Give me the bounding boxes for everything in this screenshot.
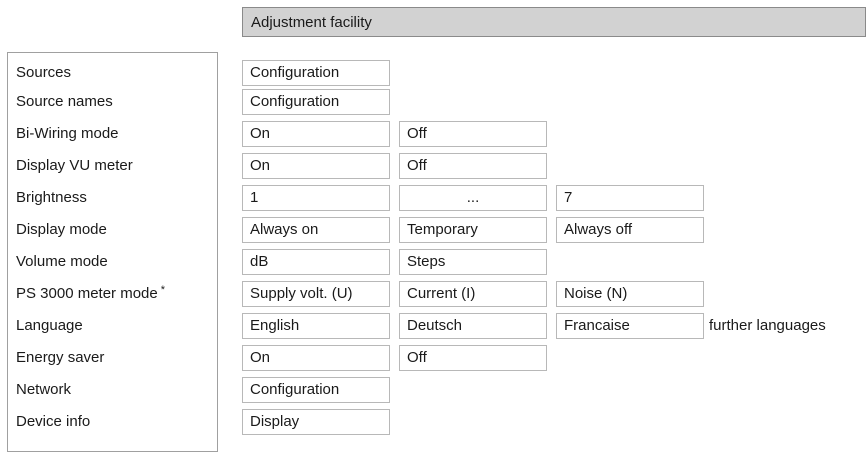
option-brightness-1[interactable]: 1 [242, 185, 390, 211]
menu-item-source-names[interactable]: Source names [16, 93, 216, 111]
option-ps-3000-meter-mode-current-i[interactable]: Current (I) [399, 281, 547, 307]
menu-item-bi-wiring-mode[interactable]: Bi-Wiring mode [16, 125, 216, 143]
menu-item-label: Device info [16, 413, 91, 430]
option-ps-3000-meter-mode-supply-volt-u[interactable]: Supply volt. (U) [242, 281, 390, 307]
menu-item-ps-3000-meter-mode[interactable]: PS 3000 meter mode * [16, 284, 216, 304]
menu-item-sources[interactable]: Sources [16, 64, 216, 82]
menu-item-volume-mode[interactable]: Volume mode [16, 253, 216, 271]
option-volume-mode-db[interactable]: dB [242, 249, 390, 275]
menu-item-label: Source names [16, 93, 113, 110]
option-bi-wiring-mode-on[interactable]: On [242, 121, 390, 147]
option-brightness-7[interactable]: 7 [556, 185, 704, 211]
option-language-english[interactable]: English [242, 313, 390, 339]
menu-item-label: Network [16, 381, 72, 398]
menu-item-display-vu-meter[interactable]: Display VU meter [16, 157, 216, 175]
option-display-vu-meter-off[interactable]: Off [399, 153, 547, 179]
option-sources-configuration[interactable]: Configuration [242, 60, 390, 86]
menu-item-brightness[interactable]: Brightness [16, 189, 216, 207]
menu-item-label: Bi-Wiring mode [16, 125, 119, 142]
menu-item-network[interactable]: Network [16, 381, 216, 399]
menu-item-display-mode[interactable]: Display mode [16, 221, 216, 239]
further-languages-text: further languages [709, 317, 826, 334]
option-source-names-configuration[interactable]: Configuration [242, 89, 390, 115]
option-volume-mode-steps[interactable]: Steps [399, 249, 547, 275]
menu-item-label: Energy saver [16, 349, 105, 366]
menu-item-device-info[interactable]: Device info [16, 413, 216, 431]
option-energy-saver-off[interactable]: Off [399, 345, 547, 371]
menu-item-language[interactable]: Language [16, 317, 216, 335]
option-bi-wiring-mode-off[interactable]: Off [399, 121, 547, 147]
footnote-mark: * [160, 284, 166, 296]
menu-item-energy-saver[interactable]: Energy saver [16, 349, 216, 367]
option-language-francaise[interactable]: Francaise [556, 313, 704, 339]
option-network-configuration[interactable]: Configuration [242, 377, 390, 403]
menu-item-label: Display mode [16, 221, 107, 238]
option-display-mode-temporary[interactable]: Temporary [399, 217, 547, 243]
option-language-deutsch[interactable]: Deutsch [399, 313, 547, 339]
adjustment-facility-header: Adjustment facility [242, 7, 866, 37]
option-brightness-ellipsis[interactable]: ... [399, 185, 547, 211]
option-device-info-display[interactable]: Display [242, 409, 390, 435]
menu-item-label: Sources [16, 64, 72, 81]
menu-item-label: Display VU meter [16, 157, 133, 174]
option-display-vu-meter-on[interactable]: On [242, 153, 390, 179]
menu-item-label: Language [16, 317, 83, 334]
option-ps-3000-meter-mode-noise-n[interactable]: Noise (N) [556, 281, 704, 307]
header-title: Adjustment facility [251, 13, 372, 31]
option-energy-saver-on[interactable]: On [242, 345, 390, 371]
menu-item-label: PS 3000 meter mode [16, 285, 158, 302]
menu-item-label: Brightness [16, 189, 87, 206]
option-display-mode-always-on[interactable]: Always on [242, 217, 390, 243]
menu-item-label: Volume mode [16, 253, 108, 270]
option-display-mode-always-off[interactable]: Always off [556, 217, 704, 243]
